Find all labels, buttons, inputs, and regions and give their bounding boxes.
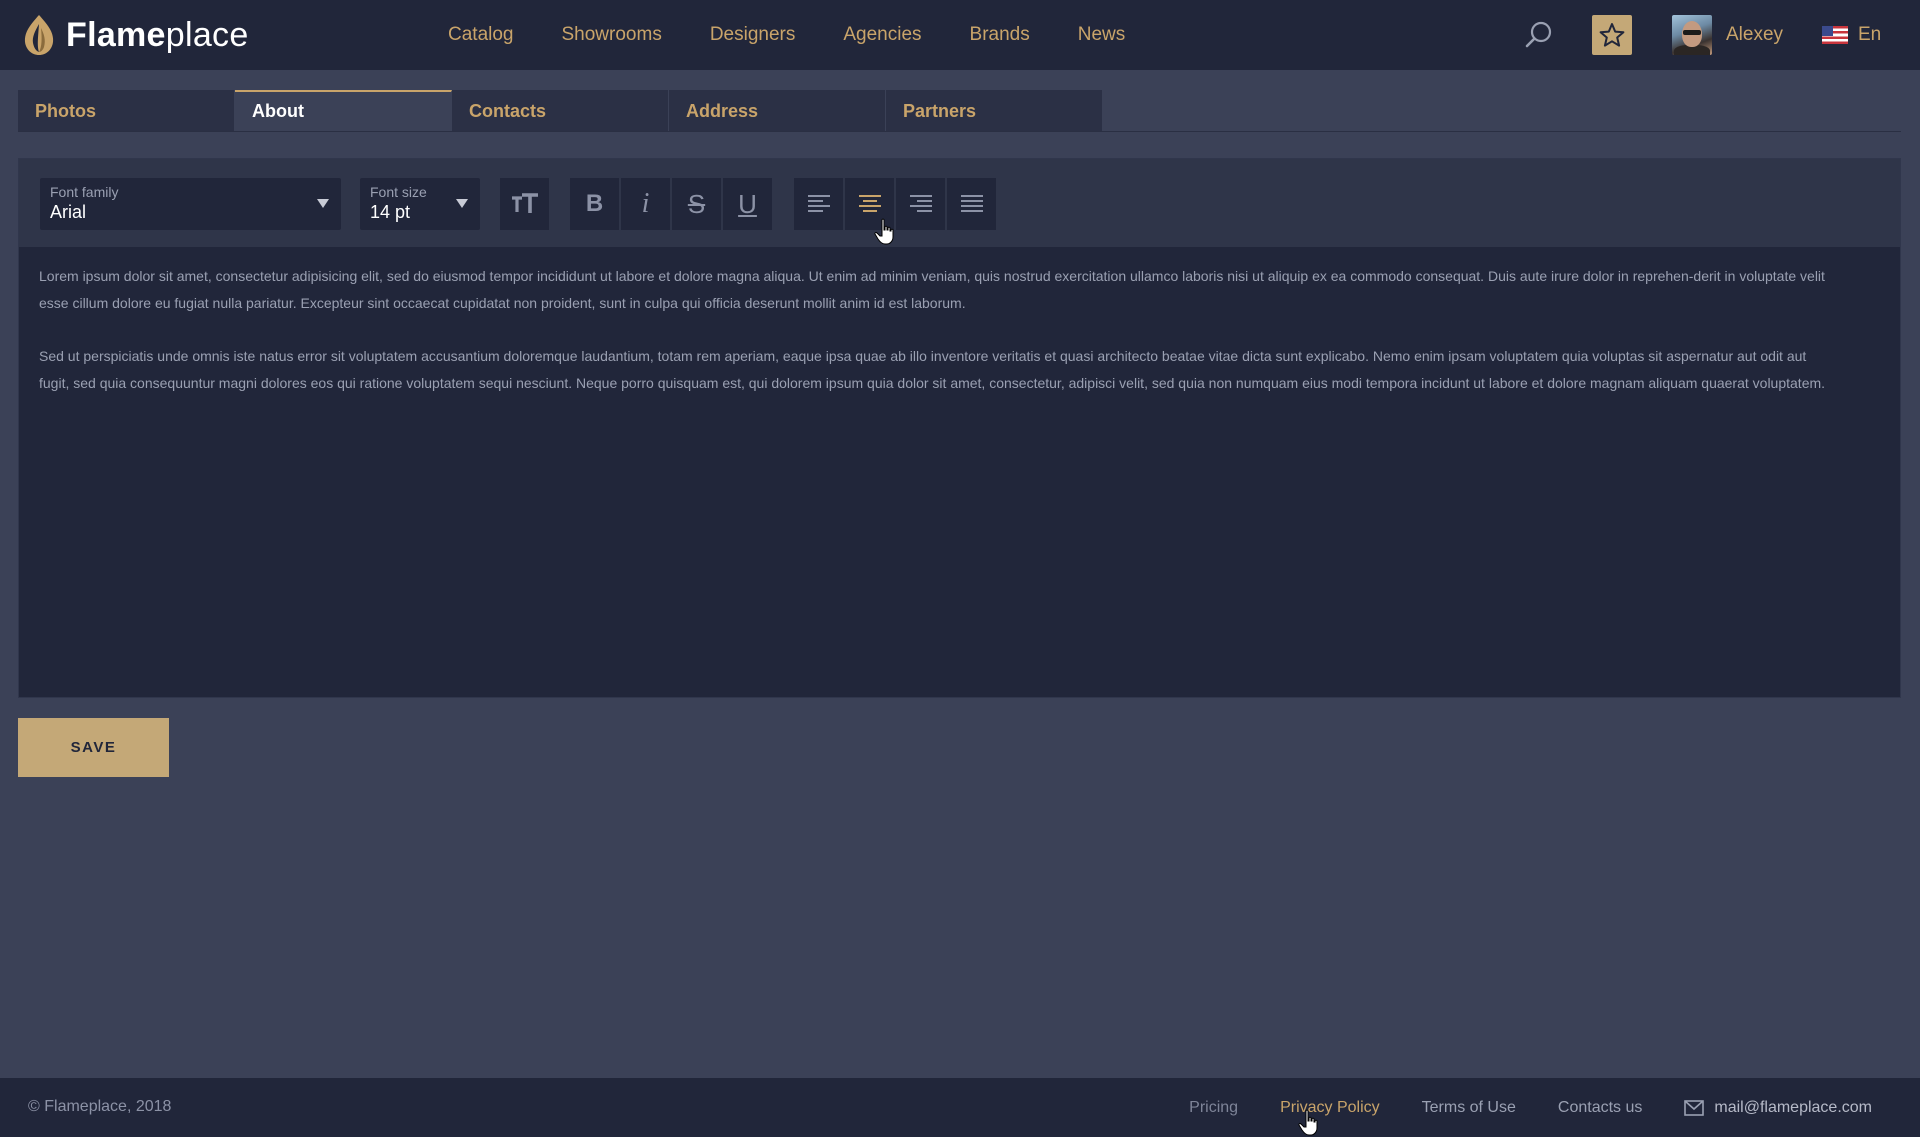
- align-center-icon: [858, 195, 881, 212]
- font-family-select[interactable]: Font family Arial: [40, 178, 341, 230]
- us-flag-icon: [1822, 26, 1848, 44]
- profile-tabs: Photos About Contacts Address Partners: [18, 90, 1103, 132]
- flame-logo-icon: [24, 15, 54, 55]
- star-icon: [1599, 23, 1625, 47]
- strikethrough-button[interactable]: S: [672, 178, 722, 230]
- footer-link-contacts[interactable]: Contacts us: [1558, 1099, 1642, 1117]
- logo-text: Flameplace: [66, 15, 249, 54]
- footer-email: mail@flameplace.com: [1714, 1098, 1872, 1116]
- align-left-icon: [807, 195, 830, 212]
- align-left-button[interactable]: [794, 178, 844, 230]
- editor-content[interactable]: Lorem ipsum dolor sit amet, consectetur …: [39, 263, 1829, 423]
- align-center-button[interactable]: [845, 178, 895, 230]
- underline-icon: U: [738, 188, 757, 219]
- chevron-down-icon: [456, 199, 468, 208]
- nav-designers[interactable]: Designers: [710, 24, 796, 46]
- search-icon: [1525, 21, 1552, 48]
- logo[interactable]: Flameplace: [22, 10, 249, 60]
- rich-text-editor: Font family Arial Font size 14 pt B i S …: [18, 158, 1901, 698]
- editor-paragraph: Lorem ipsum dolor sit amet, consectetur …: [39, 268, 1825, 311]
- font-size-select[interactable]: Font size 14 pt: [360, 178, 480, 230]
- font-size-value: 14 pt: [370, 202, 411, 222]
- main-nav: Catalog Showrooms Designers Agencies Bra…: [448, 0, 1173, 70]
- strikethrough-icon: S: [687, 188, 706, 219]
- copyright: © Flameplace, 2018: [28, 1098, 172, 1115]
- bold-button[interactable]: B: [570, 178, 620, 230]
- nav-news[interactable]: News: [1078, 24, 1126, 46]
- text-size-button[interactable]: [500, 178, 550, 230]
- nav-catalog[interactable]: Catalog: [448, 24, 514, 46]
- italic-icon: i: [641, 188, 650, 219]
- footer-link-terms[interactable]: Terms of Use: [1422, 1099, 1516, 1117]
- bold-icon: B: [585, 190, 604, 217]
- underline-button[interactable]: U: [723, 178, 773, 230]
- editor-paragraph: Sed ut perspiciatis unde omnis iste natu…: [39, 348, 1826, 391]
- search-button[interactable]: [1524, 20, 1554, 50]
- editor-toolbar: Font family Arial Font size 14 pt B i S …: [19, 159, 1900, 247]
- font-family-value: Arial: [50, 202, 87, 222]
- tab-partners[interactable]: Partners: [886, 90, 1103, 132]
- favorites-button[interactable]: [1592, 15, 1632, 55]
- footer-links: Pricing Privacy Policy Terms of Use Cont…: [1147, 1078, 1872, 1137]
- chevron-down-icon: [317, 199, 329, 208]
- align-right-icon: [909, 195, 932, 212]
- font-family-label: Font family: [50, 184, 119, 200]
- nav-brands[interactable]: Brands: [970, 24, 1030, 46]
- mail-icon: [1684, 1099, 1705, 1116]
- footer-link-pricing[interactable]: Pricing: [1189, 1099, 1238, 1117]
- top-header: Flameplace Catalog Showrooms Designers A…: [0, 0, 1920, 70]
- nav-agencies[interactable]: Agencies: [843, 24, 921, 46]
- language-label: En: [1858, 24, 1882, 45]
- footer-link-privacy[interactable]: Privacy Policy: [1280, 1099, 1380, 1117]
- tab-photos[interactable]: Photos: [18, 90, 235, 132]
- tabs-divider: [18, 131, 1901, 132]
- user-name: Alexey: [1726, 24, 1784, 45]
- align-justify-icon: [960, 195, 983, 212]
- tab-about[interactable]: About: [235, 90, 452, 132]
- avatar: [1672, 15, 1712, 55]
- save-button[interactable]: SAVE: [18, 718, 169, 777]
- text-size-icon: [511, 193, 538, 213]
- tab-address[interactable]: Address: [669, 90, 886, 132]
- nav-showrooms[interactable]: Showrooms: [562, 24, 662, 46]
- italic-button[interactable]: i: [621, 178, 671, 230]
- footer: © Flameplace, 2018 Pricing Privacy Polic…: [0, 1078, 1920, 1137]
- align-right-button[interactable]: [896, 178, 946, 230]
- footer-email-link[interactable]: mail@flameplace.com: [1684, 1099, 1872, 1117]
- language-switcher[interactable]: En: [1822, 20, 1881, 50]
- tab-contacts[interactable]: Contacts: [452, 90, 669, 132]
- font-size-label: Font size: [370, 184, 427, 200]
- user-menu[interactable]: Alexey: [1672, 15, 1783, 55]
- align-justify-button[interactable]: [947, 178, 997, 230]
